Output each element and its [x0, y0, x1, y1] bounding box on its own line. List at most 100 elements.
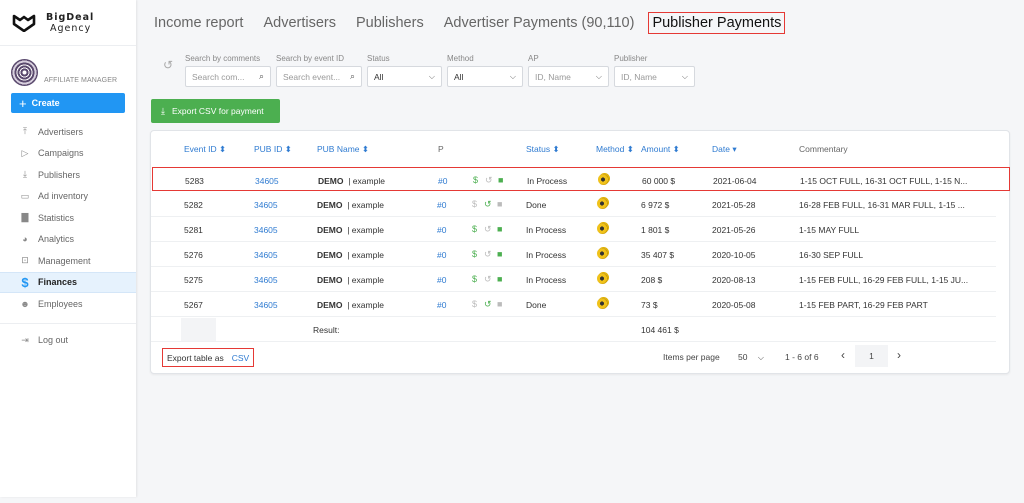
col-event-id[interactable]: Event ID ⬍: [184, 144, 226, 155]
p-link[interactable]: #0: [438, 176, 447, 186]
reset-filters-icon[interactable]: ↺: [163, 58, 173, 72]
create-button[interactable]: + Create: [11, 93, 125, 113]
sidebar-item-finances[interactable]: $ Finances: [0, 271, 136, 293]
result-row: Result: 104 461 $: [151, 318, 996, 342]
pay-icon[interactable]: $: [472, 224, 477, 234]
tab-publishers[interactable]: Publishers: [353, 13, 427, 33]
col-method[interactable]: Method ⬍: [596, 144, 634, 155]
pub-name: DEMO | example: [317, 200, 384, 210]
col-status[interactable]: Status ⬍: [526, 144, 560, 155]
tab-advertisers[interactable]: Advertisers: [260, 13, 339, 33]
p-link[interactable]: #0: [437, 200, 446, 210]
revert-icon[interactable]: ↺: [484, 224, 492, 235]
delete-icon[interactable]: ■: [497, 249, 502, 259]
p-link[interactable]: #0: [437, 225, 446, 235]
pay-icon[interactable]: $: [473, 175, 478, 185]
revert-icon[interactable]: ↺: [485, 175, 493, 186]
commentary: 16-28 FEB FULL, 16-31 MAR FULL, 1-15 ...: [799, 200, 965, 210]
sidebar-item-management[interactable]: ⊡ Management: [0, 250, 136, 272]
search-icon[interactable]: ⌕: [350, 71, 355, 82]
table-row[interactable]: 5283 34605 DEMO | example #0 $ ↺ ■ In Process 60…: [152, 167, 1010, 191]
pub-id-link[interactable]: 34605: [254, 250, 278, 260]
table-row[interactable]: 5275 34605 DEMO | example #0 $ ↺ ■ In Process 20…: [151, 267, 996, 292]
pay-icon[interactable]: $: [472, 274, 477, 284]
status-select[interactable]: All ⌵: [367, 66, 442, 87]
delete-icon[interactable]: ■: [498, 175, 503, 185]
commentary: 1-15 MAY FULL: [799, 225, 860, 235]
col-amount[interactable]: Amount ⬍: [641, 144, 680, 155]
filter-publisher: Publisher ID, Name ⌵: [614, 54, 695, 87]
pub-id-link[interactable]: 34605: [254, 300, 278, 310]
pub-name: DEMO | example: [317, 300, 384, 310]
items-per-page-select[interactable]: 50 ⌵: [738, 352, 764, 363]
sidebar-item-analytics[interactable]: ◕ Analytics: [0, 229, 136, 251]
p-link[interactable]: #0: [437, 300, 446, 310]
revert-icon[interactable]: ↺: [484, 299, 492, 310]
status: In Process: [526, 250, 567, 260]
search-comments-input[interactable]: [192, 71, 254, 82]
date: 2020-05-08: [712, 300, 756, 310]
next-page-icon[interactable]: ›: [897, 348, 901, 362]
delete-icon[interactable]: ■: [497, 274, 502, 284]
table-header: Event ID ⬍ PUB ID ⬍ PUB Name ⬍ P Status …: [151, 131, 996, 167]
sidebar-item-campaigns[interactable]: ▷ Campaigns: [0, 143, 136, 165]
search-icon[interactable]: ⌕: [259, 71, 264, 82]
pub-name: DEMO | example: [318, 176, 385, 186]
result-total: 104 461 $: [641, 325, 679, 335]
delete-icon[interactable]: ■: [497, 199, 502, 209]
revert-icon[interactable]: ↺: [484, 274, 492, 285]
date: 2020-10-05: [712, 250, 756, 260]
revert-icon[interactable]: ↺: [484, 249, 492, 260]
table-row[interactable]: 5267 34605 DEMO | example #0 $ ↺ ■ Done 73 $ 2020…: [151, 292, 996, 317]
col-pub-name[interactable]: PUB Name ⬍: [317, 144, 369, 155]
date: 2020-08-13: [712, 275, 756, 285]
sidebar-item-publishers[interactable]: ⤓ Publishers: [0, 164, 136, 186]
search-event-id-input[interactable]: [283, 71, 345, 82]
status: Done: [526, 200, 547, 210]
p-link[interactable]: #0: [437, 275, 446, 285]
filter-status: Status All ⌵: [367, 54, 442, 87]
table-row[interactable]: 5281 34605 DEMO | example #0 $ ↺ ■ In Process 1 …: [151, 217, 996, 242]
ap-select[interactable]: ID, Name ⌵: [528, 66, 609, 87]
pub-id-link[interactable]: 34605: [254, 275, 278, 285]
commentary: 1-15 FEB FULL, 16-29 FEB FULL, 1-15 JU..…: [799, 275, 969, 285]
sidebar-item-advertisers[interactable]: ⤒ Advertisers: [0, 121, 136, 143]
filter-comments: Search by comments ⌕: [185, 54, 271, 87]
tab-advertiser-payments[interactable]: Advertiser Payments (90,110): [441, 13, 638, 33]
table-row[interactable]: 5282 34605 DEMO | example #0 $ ↺ ■ Done 6 972 $ 2…: [151, 192, 996, 217]
pub-id-link[interactable]: 34605: [254, 200, 278, 210]
delete-icon[interactable]: ■: [497, 224, 502, 234]
logout-icon: ⇥: [21, 334, 29, 345]
sidebar-item-employees[interactable]: ☻ Employees: [0, 293, 136, 315]
sidebar-nav: ⤒ Advertisers ▷ Campaigns ⤓ Publishers ▭…: [0, 121, 136, 351]
p-link[interactable]: #0: [437, 250, 446, 260]
publisher-select[interactable]: ID, Name ⌵: [614, 66, 695, 87]
export-csv-link[interactable]: CSV: [232, 353, 249, 363]
pub-id-link[interactable]: 34605: [254, 225, 278, 235]
table-footer: Export table as CSV Items per page 50 ⌵ …: [151, 343, 1009, 373]
revert-icon[interactable]: ↺: [484, 199, 492, 210]
export-csv-payment-button[interactable]: ⤓ Export CSV for payment: [151, 99, 280, 123]
brand-logo[interactable]: BigDeal Agency: [0, 0, 136, 46]
tab-income-report[interactable]: Income report: [151, 13, 246, 33]
prev-page-icon[interactable]: ‹: [841, 348, 845, 362]
tab-publisher-payments[interactable]: Publisher Payments: [648, 12, 786, 34]
amount: 73 $: [641, 300, 658, 310]
sidebar-item-statistics[interactable]: ▇ Statistics: [0, 207, 136, 229]
col-date[interactable]: Date ▾: [712, 144, 737, 155]
avatar[interactable]: [11, 59, 38, 86]
pay-icon[interactable]: $: [472, 249, 477, 259]
method-select[interactable]: All ⌵: [447, 66, 523, 87]
pay-icon[interactable]: $: [472, 199, 477, 209]
sidebar-item-ad-inventory[interactable]: ▭ Ad inventory: [0, 186, 136, 208]
brand-name: BigDeal Agency: [46, 11, 95, 34]
page-number[interactable]: 1: [855, 345, 888, 367]
col-pub-id[interactable]: PUB ID ⬍: [254, 144, 292, 155]
user-role: AFFILIATE MANAGER: [44, 77, 118, 84]
logout-button[interactable]: ⇥ Log out: [0, 330, 136, 352]
pub-id-link[interactable]: 34605: [255, 176, 279, 186]
delete-icon[interactable]: ■: [497, 299, 502, 309]
table-row[interactable]: 5276 34605 DEMO | example #0 $ ↺ ■ In Process 35…: [151, 242, 996, 267]
pay-icon[interactable]: $: [472, 299, 477, 309]
amount: 1 801 $: [641, 225, 670, 235]
